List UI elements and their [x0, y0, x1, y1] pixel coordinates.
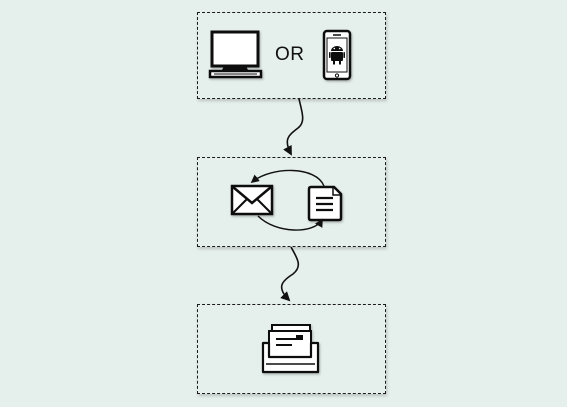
- arrow-message-to-inbox: [280, 246, 300, 302]
- arrow-document-to-envelope: [250, 169, 325, 187]
- android-phone-icon: [322, 29, 352, 81]
- flow-diagram: OR: [0, 0, 567, 407]
- diagram-graphics: [208, 29, 352, 374]
- desktop-computer-icon: [208, 30, 263, 79]
- envelope-icon: [230, 184, 274, 216]
- document-icon: [307, 185, 343, 222]
- inbox-tray-icon: [261, 324, 320, 374]
- arrow-device-to-message: [283, 98, 304, 156]
